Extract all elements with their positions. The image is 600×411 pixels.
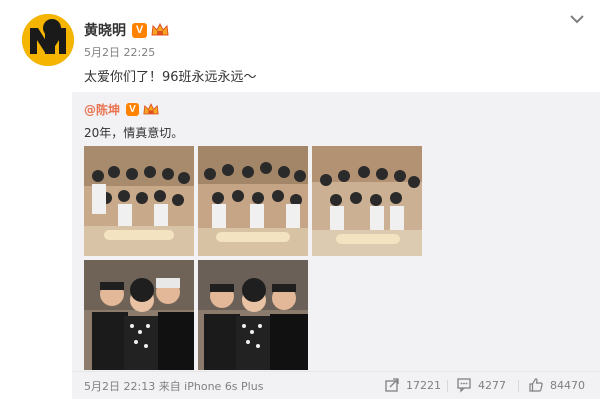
author-name[interactable]: 黄晓明: [84, 20, 126, 40]
repost-crown-icon[interactable]: [143, 101, 159, 117]
repost-author-row: @陈坤 V: [84, 100, 159, 118]
chevron-down-icon[interactable]: [570, 14, 584, 24]
group-photo-3[interactable]: [312, 146, 422, 256]
trio-photo-2[interactable]: [198, 260, 308, 370]
trio-photo-1[interactable]: [84, 260, 194, 370]
avatar-logo-icon: [22, 14, 74, 66]
footer-divider: [518, 380, 519, 392]
repost-verified-icon[interactable]: V: [126, 102, 140, 116]
comment-count-button[interactable]: 4277: [456, 377, 506, 393]
comment-count: 4277: [478, 378, 506, 392]
repost-time-source[interactable]: 5月2日 22:13 来自 iPhone 6s Plus: [84, 378, 263, 394]
repost-count-button[interactable]: 17221: [384, 377, 441, 393]
post-time[interactable]: 5月2日 22:25: [84, 44, 155, 60]
group-photo-1[interactable]: [84, 146, 194, 256]
user-avatar[interactable]: [22, 14, 74, 66]
repost-icon: [385, 378, 399, 392]
group-photo-2[interactable]: [198, 146, 308, 256]
post-text: 太爱你们了！96班永远永远～: [84, 70, 257, 85]
repost-count: 17221: [406, 378, 441, 392]
like-count-button[interactable]: 84470: [528, 377, 585, 393]
repost-text: 20年，情真意切。: [84, 126, 184, 140]
like-count: 84470: [550, 378, 585, 392]
weibo-post: 黄晓明 V 5月2日 22:25 太爱你们了！96班永远永远～ @陈坤 V 20…: [0, 0, 600, 411]
repost-author-mention[interactable]: @陈坤: [84, 101, 120, 118]
crown-icon[interactable]: [151, 22, 169, 38]
comment-icon: [457, 378, 471, 393]
footer-divider: [447, 380, 448, 392]
thumbs-up-icon: [529, 378, 543, 392]
post-author-row: 黄晓明 V: [84, 20, 169, 40]
repost-card: @陈坤 V 20年，情真意切。: [72, 92, 600, 371]
verified-icon[interactable]: V: [132, 22, 147, 38]
repost-footer: 5月2日 22:13 来自 iPhone 6s Plus 17221 4277: [72, 371, 600, 399]
